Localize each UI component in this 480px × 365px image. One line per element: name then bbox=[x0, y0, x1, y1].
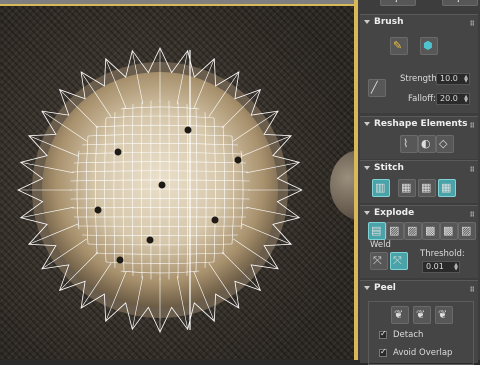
peel-rollup: Peel ⠿ ❦ ❦ ❦ Detach Avoid Overlap bbox=[360, 280, 478, 365]
drag-handle-icon[interactable]: ⠿ bbox=[470, 208, 476, 222]
detach-checkbox[interactable] bbox=[379, 329, 387, 339]
falloff-spinner[interactable]: 20.0 ▲ ▼ bbox=[436, 93, 470, 105]
explode-d-icon[interactable]: ▩ bbox=[422, 222, 440, 240]
brush-header[interactable]: Brush ⠿ bbox=[360, 15, 478, 29]
collapse-triangle-icon bbox=[364, 122, 370, 126]
peel-group: ❦ ❦ ❦ Detach Avoid Overlap bbox=[368, 301, 474, 365]
brush-rollup: Brush ⠿ ✎ ⬢ ╱ Strength: 10.0 ▲ ▼ Falloff: … bbox=[360, 14, 478, 113]
weld-label: Weld bbox=[370, 240, 391, 250]
move-plus-icon[interactable]: ✢ bbox=[380, 0, 416, 6]
relax-cube-icon[interactable]: ⬢ bbox=[420, 37, 438, 55]
explode-title: Explode bbox=[374, 208, 415, 218]
threshold-spinner[interactable]: 0.01 ▲ ▼ bbox=[422, 261, 460, 273]
avoid-overlap-checkbox[interactable] bbox=[379, 347, 387, 357]
explode-rollup: Explode ⠿ ▤ ▨ ▨ ▩ ▩ ▨ Weld ⤧ ⤧ Threshold… bbox=[360, 205, 478, 278]
avoid-overlap-label: Avoid Overlap bbox=[393, 348, 453, 358]
peel-b-icon[interactable]: ❦ bbox=[413, 306, 431, 324]
line-brush-icon[interactable]: ╱ bbox=[368, 79, 386, 97]
drag-handle-icon[interactable]: ⠿ bbox=[470, 17, 476, 31]
stitch-source-icon[interactable]: ▥ bbox=[372, 179, 390, 197]
stitch-custom-icon[interactable]: ▦ bbox=[438, 179, 456, 197]
cube-icon[interactable]: ◇ bbox=[436, 135, 454, 153]
reshape-header[interactable]: Reshape Elements ⠿ bbox=[360, 117, 478, 131]
collapse-triangle-icon bbox=[364, 20, 370, 24]
relax-sphere-icon[interactable]: ◐ bbox=[418, 135, 436, 153]
command-panel: ✢ ✢ Brush ⠿ ✎ ⬢ ╱ Strength: 10.0▲▼ Fallo… bbox=[358, 0, 480, 365]
stitch-average-icon[interactable]: ▦ bbox=[398, 179, 416, 197]
detach-label: Detach bbox=[393, 330, 424, 340]
explode-f-icon[interactable]: ▨ bbox=[458, 222, 476, 240]
explode-a-icon[interactable]: ▤ bbox=[368, 222, 386, 240]
peel-title: Peel bbox=[374, 283, 396, 293]
collapse-triangle-icon bbox=[364, 286, 370, 290]
reshape-title: Reshape Elements bbox=[374, 119, 468, 129]
paint-brush-icon[interactable]: ✎ bbox=[390, 37, 408, 55]
straighten-icon[interactable]: ⌇ bbox=[400, 135, 418, 153]
strength-label: Strength: bbox=[400, 74, 440, 84]
explode-header[interactable]: Explode ⠿ bbox=[360, 206, 478, 220]
falloff-label: Falloff: bbox=[408, 94, 436, 104]
stitch-rollup: Stitch ⠿ ▥ ▦ ▦ ▦ bbox=[360, 160, 478, 203]
collapse-triangle-icon bbox=[364, 166, 370, 170]
stitch-target-icon[interactable]: ▦ bbox=[418, 179, 436, 197]
drag-handle-icon[interactable]: ⠿ bbox=[470, 283, 476, 297]
weld-all-icon[interactable]: ⤧ bbox=[390, 252, 408, 270]
drag-handle-icon[interactable]: ⠿ bbox=[470, 163, 476, 177]
move-plus-icon[interactable]: ✢ bbox=[442, 0, 478, 6]
stitch-title: Stitch bbox=[374, 163, 404, 173]
weld-selected-icon[interactable]: ⤧ bbox=[370, 252, 388, 270]
peel-a-icon[interactable]: ❦ bbox=[391, 306, 409, 324]
peel-header[interactable]: Peel ⠿ bbox=[360, 281, 478, 295]
peel-c-icon[interactable]: ❦ bbox=[435, 306, 453, 324]
explode-c-icon[interactable]: ▨ bbox=[404, 222, 422, 240]
explode-b-icon[interactable]: ▨ bbox=[386, 222, 404, 240]
explode-e-icon[interactable]: ▩ bbox=[440, 222, 458, 240]
collapse-triangle-icon bbox=[364, 211, 370, 215]
brush-title: Brush bbox=[374, 17, 404, 27]
stitch-header[interactable]: Stitch ⠿ bbox=[360, 161, 478, 175]
uv-wireframe-mesh[interactable] bbox=[0, 0, 354, 360]
threshold-label: Threshold: bbox=[420, 249, 465, 259]
strength-spinner[interactable]: 10.0 ▲ ▼ bbox=[436, 73, 470, 85]
uv-editor-viewport[interactable] bbox=[0, 0, 354, 360]
reshape-elements-rollup: Reshape Elements ⠿ ⌇ ◐ ◇ bbox=[360, 116, 478, 159]
drag-handle-icon[interactable]: ⠿ bbox=[470, 119, 476, 133]
